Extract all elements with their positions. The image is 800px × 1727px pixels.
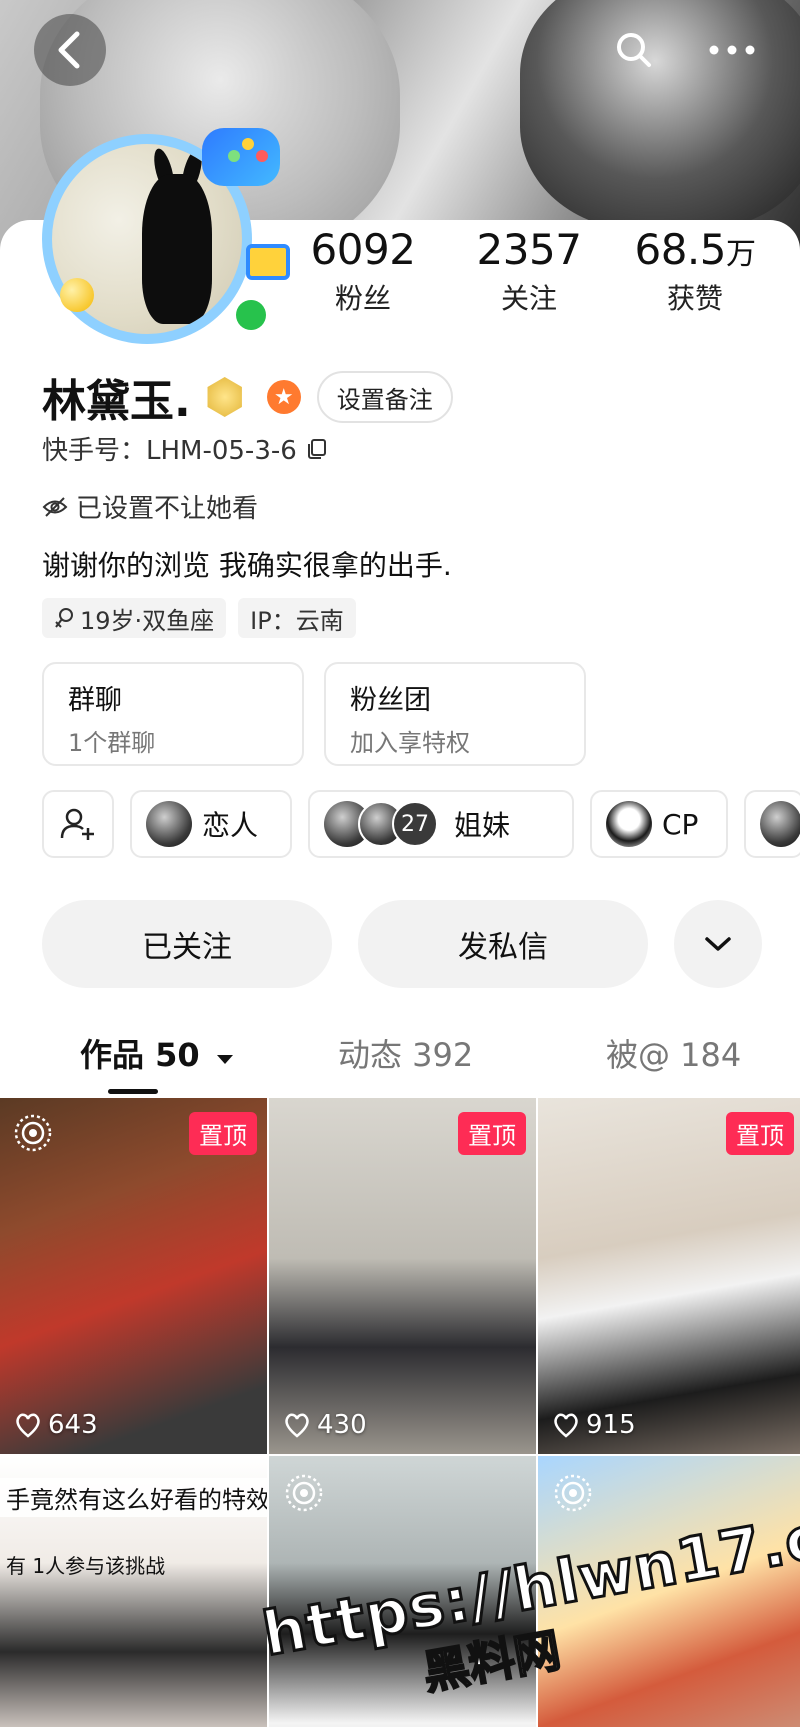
kuaishou-id-text: 快手号：LHM-05-3-6: [42, 436, 297, 466]
heart-icon: [16, 1413, 40, 1438]
like-count: 643: [14, 1410, 98, 1440]
level-badge-icon[interactable]: [207, 377, 242, 417]
set-remark-button[interactable]: 设置备注: [316, 371, 453, 423]
tab-works[interactable]: 作品 50: [80, 1030, 235, 1076]
stat-label: 关注: [500, 282, 557, 315]
avatar: [606, 801, 652, 847]
relation-more[interactable]: [744, 790, 800, 858]
fan-club-card[interactable]: 粉丝团 加入享特权: [324, 662, 586, 766]
pinned-badge: 置顶: [189, 1112, 257, 1155]
age-tag-text: 19岁·双鱼座: [80, 606, 215, 635]
hidden-notice-text: 已设置不让她看: [76, 494, 259, 524]
heart-icon: [285, 1413, 309, 1438]
card-subtitle: 1个群聊: [68, 729, 156, 757]
more-dots-icon: [709, 45, 755, 55]
gamepad-decoration: [202, 128, 280, 186]
more-options-button[interactable]: [696, 14, 768, 86]
tab-indicator: [108, 1089, 158, 1094]
relation-label: 姐妹: [454, 809, 511, 842]
like-count: 915: [552, 1410, 636, 1440]
video-thumbnail[interactable]: 置顶 915: [538, 1098, 800, 1454]
card-subtitle: 加入享特权: [350, 729, 470, 757]
female-icon: [55, 608, 73, 628]
heart-icon: [554, 1413, 578, 1438]
video-caption: 手竟然有这么好看的特效: [0, 1478, 267, 1517]
bio: 谢谢你的浏览 我确实很拿的出手.: [42, 549, 452, 582]
tab-mentions[interactable]: 被@ 184: [606, 1030, 741, 1076]
copy-icon[interactable]: [305, 437, 329, 461]
group-chat-card[interactable]: 群聊 1个群聊: [42, 662, 304, 766]
chevron-down-icon: [705, 937, 731, 951]
pinned-badge: 置顶: [458, 1112, 526, 1155]
relation-cp[interactable]: CP: [590, 790, 728, 858]
action-row: 已关注 发私信: [42, 900, 762, 988]
relationship-row: 恋人 27 姐妹 CP: [42, 790, 800, 858]
followed-button[interactable]: 已关注: [42, 900, 332, 988]
name-row: 林黛玉. ★ 设置备注: [42, 362, 453, 432]
video-thumbnail[interactable]: 置顶 643: [0, 1098, 267, 1454]
send-message-button[interactable]: 发私信: [358, 900, 648, 988]
profile-name: 林黛玉.: [42, 376, 191, 427]
expand-button[interactable]: [674, 900, 762, 988]
avatar: [146, 801, 192, 847]
pinned-badge: 置顶: [726, 1112, 794, 1155]
profile-tags: 19岁·双鱼座 IP：云南: [42, 598, 356, 638]
avatar[interactable]: [36, 128, 290, 348]
member-count-badge: 27: [392, 801, 438, 847]
add-user-icon: [60, 808, 94, 840]
card-title: 粉丝团: [350, 685, 431, 716]
age-tag: 19岁·双鱼座: [42, 598, 227, 638]
relation-lover[interactable]: 恋人: [130, 790, 292, 858]
relation-label: 恋人: [202, 809, 259, 842]
live-photo-icon: [14, 1114, 52, 1152]
caret-down-icon: [216, 1055, 233, 1064]
stat-label: 获赞: [666, 282, 723, 315]
ip-tag: IP：云南: [238, 598, 356, 638]
star-badge-icon[interactable]: ★: [266, 380, 301, 414]
feature-cards: 群聊 1个群聊 粉丝团 加入享特权: [42, 662, 586, 766]
back-button[interactable]: [34, 14, 106, 86]
stat-likes[interactable]: 68.5万 获赞: [612, 226, 778, 317]
live-photo-icon: [285, 1474, 323, 1512]
relation-label: CP: [662, 807, 699, 841]
kuaishou-id: 快手号：LHM-05-3-6: [42, 430, 329, 467]
chevron-left-icon: [58, 31, 80, 69]
search-button[interactable]: [598, 14, 670, 86]
search-icon: [617, 33, 651, 67]
stat-following[interactable]: 2357 关注: [446, 226, 612, 317]
eye-hidden-icon: [42, 496, 68, 517]
ball-decoration: [60, 278, 94, 312]
challenge-caption: 有 1人参与该挑战: [6, 1554, 166, 1578]
tab-moments[interactable]: 动态 392: [338, 1030, 473, 1076]
ip-tag-text: IP：云南: [250, 606, 344, 635]
like-count: 430: [283, 1410, 367, 1440]
stats-row: 6092 粉丝 2357 关注 68.5万 获赞: [280, 226, 780, 317]
card-title: 群聊: [68, 685, 122, 716]
relation-sisters[interactable]: 27 姐妹: [308, 790, 574, 858]
video-thumbnail[interactable]: 置顶 430: [269, 1098, 536, 1454]
avatar: [760, 801, 800, 847]
stat-fans[interactable]: 6092 粉丝: [280, 226, 446, 317]
live-photo-icon: [554, 1474, 592, 1512]
hidden-notice[interactable]: 已设置不让她看: [42, 488, 258, 525]
add-relation-button[interactable]: [42, 790, 114, 858]
online-dot: [236, 300, 266, 330]
stat-label: 粉丝: [334, 282, 391, 315]
